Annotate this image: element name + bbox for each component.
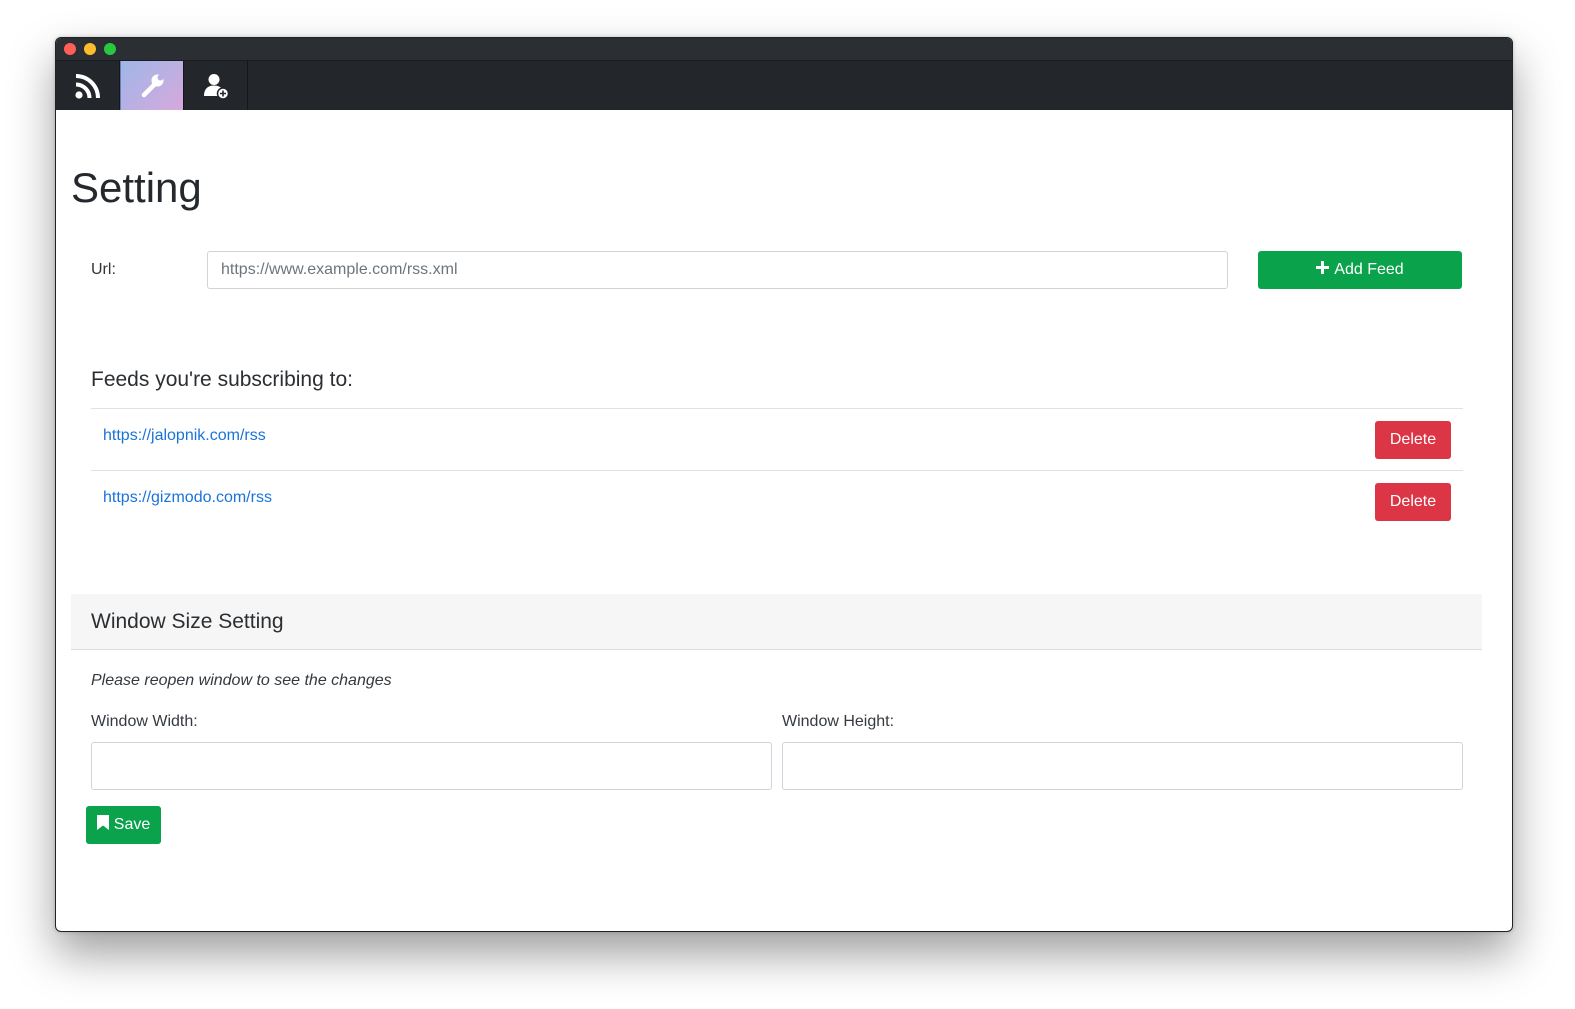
save-button[interactable]: Save: [86, 806, 161, 844]
top-navbar: [56, 61, 1512, 110]
reopen-note: Please reopen window to see the changes: [91, 672, 392, 689]
add-feed-label: Add Feed: [1334, 261, 1404, 278]
feed-list-item: https://jalopnik.com/rss Delete: [91, 408, 1463, 470]
app-window: Setting Url: Add Feed Feeds you're subsc…: [55, 37, 1513, 932]
minimize-window-button[interactable]: [84, 43, 96, 55]
feed-list: https://jalopnik.com/rss Delete https://…: [91, 408, 1463, 532]
window-width-label: Window Width:: [91, 713, 198, 730]
maximize-window-button[interactable]: [104, 43, 116, 55]
window-titlebar: [56, 38, 1512, 61]
delete-feed-button[interactable]: Delete: [1375, 421, 1451, 459]
feed-link[interactable]: https://jalopnik.com/rss: [103, 427, 266, 445]
add-user-icon: [201, 71, 231, 101]
url-label: Url:: [91, 261, 116, 278]
feed-link[interactable]: https://gizmodo.com/rss: [103, 489, 272, 507]
delete-feed-button[interactable]: Delete: [1375, 483, 1451, 521]
close-window-button[interactable]: [64, 43, 76, 55]
window-size-title: Window Size Setting: [91, 609, 284, 633]
add-feed-button[interactable]: Add Feed: [1258, 251, 1462, 289]
plus-icon: [1316, 261, 1330, 279]
settings-content: Setting Url: Add Feed Feeds you're subsc…: [56, 110, 1512, 931]
feed-url-input[interactable]: [207, 251, 1228, 289]
window-height-input[interactable]: [782, 742, 1463, 790]
nav-add-user-button[interactable]: [184, 61, 248, 110]
wrench-icon: [138, 72, 166, 100]
rss-icon: [74, 72, 102, 100]
window-size-panel-header: Window Size Setting: [71, 594, 1482, 650]
feeds-heading: Feeds you're subscribing to:: [91, 368, 353, 391]
window-size-panel: Window Size Setting Please reopen window…: [71, 594, 1482, 844]
window-height-label: Window Height:: [782, 713, 895, 730]
window-width-input[interactable]: [91, 742, 772, 790]
bookmark-icon: [96, 815, 109, 835]
page-title: Setting: [71, 164, 202, 211]
feed-list-item: https://gizmodo.com/rss Delete: [91, 470, 1463, 532]
nav-settings-button[interactable]: [120, 61, 184, 110]
nav-feeds-button[interactable]: [56, 61, 120, 110]
save-label: Save: [113, 816, 151, 833]
